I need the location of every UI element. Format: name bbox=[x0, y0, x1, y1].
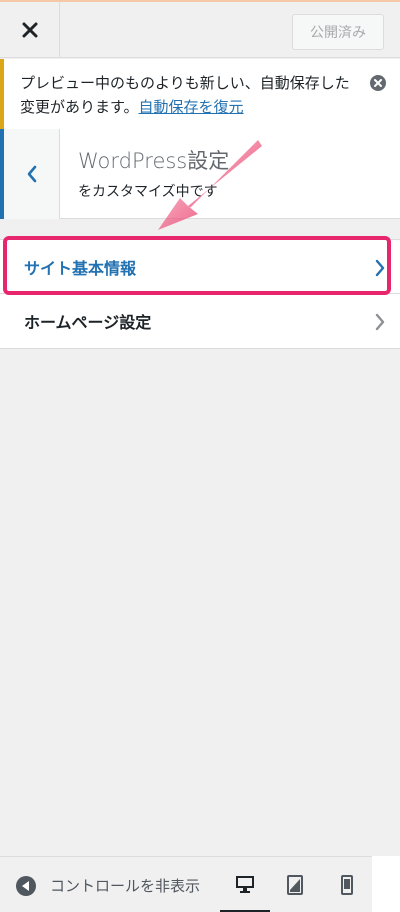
preview-desktop-button[interactable] bbox=[220, 857, 270, 912]
chevron-right-icon bbox=[375, 313, 385, 331]
collapse-sidebar-button[interactable]: コントロールを非表示 bbox=[16, 875, 200, 896]
customizer-footer: コントロールを非表示 bbox=[0, 856, 400, 912]
arrow-annotation-icon bbox=[158, 140, 262, 230]
preview-mobile-button[interactable] bbox=[322, 857, 372, 912]
menu-item-homepage-settings[interactable]: ホームページ設定 bbox=[0, 294, 400, 349]
collapse-icon bbox=[16, 875, 36, 896]
preview-edge bbox=[372, 856, 400, 912]
preview-tablet-button[interactable] bbox=[270, 857, 320, 912]
desktop-icon bbox=[236, 875, 254, 893]
collapse-label: コントロールを非表示 bbox=[50, 877, 201, 895]
menu-item-label: ホームページ設定 bbox=[24, 313, 152, 332]
mobile-icon bbox=[341, 875, 353, 895]
tablet-icon bbox=[287, 875, 303, 895]
